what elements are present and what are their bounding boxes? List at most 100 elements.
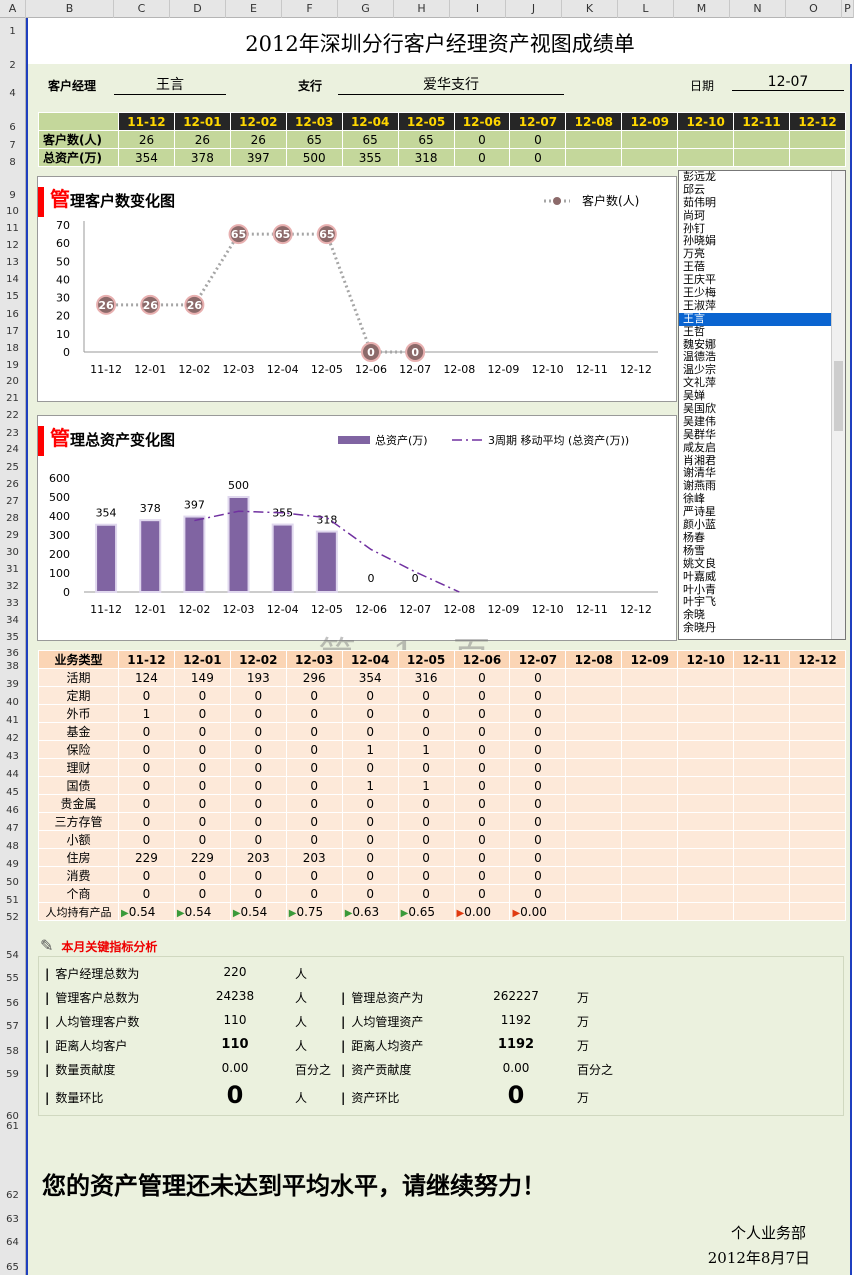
business-cell[interactable] [621, 830, 679, 849]
summary-cell[interactable]: 26 [118, 130, 175, 149]
business-cell[interactable]: 0 [285, 884, 343, 903]
business-cell[interactable]: 0 [173, 884, 231, 903]
business-cell[interactable]: 0 [397, 704, 455, 723]
business-cell[interactable] [789, 848, 846, 867]
manager-list-item[interactable]: 吴国欣 [679, 402, 845, 416]
business-cell[interactable] [789, 740, 846, 759]
summary-cell[interactable]: 26 [229, 130, 287, 149]
business-cell[interactable] [733, 668, 791, 687]
business-cell[interactable]: 0 [509, 704, 567, 723]
summary-cell[interactable] [733, 130, 791, 149]
row-header-35[interactable]: 35 [0, 632, 25, 643]
row-header-36[interactable]: 36 [0, 648, 25, 659]
business-cell[interactable]: 296 [285, 668, 343, 687]
row-header-28[interactable]: 28 [0, 513, 25, 524]
summary-cell[interactable]: 65 [341, 130, 399, 149]
row-header-18[interactable]: 18 [0, 343, 25, 354]
business-cell[interactable]: 0 [229, 776, 287, 795]
row-header-59[interactable]: 59 [0, 1069, 25, 1080]
business-cell[interactable] [677, 722, 735, 741]
summary-cell[interactable] [621, 148, 679, 167]
row-header-51[interactable]: 51 [0, 895, 25, 906]
business-cell[interactable]: 0 [118, 758, 175, 777]
business-cell[interactable]: 0 [173, 776, 231, 795]
row-header-11[interactable]: 11 [0, 223, 25, 234]
row-header-52[interactable]: 52 [0, 912, 25, 923]
summary-cell[interactable] [565, 130, 623, 149]
business-cell[interactable] [733, 722, 791, 741]
column-header-N[interactable]: N [730, 0, 786, 18]
business-cell[interactable]: 1 [118, 704, 175, 723]
business-cell[interactable]: 0 [173, 812, 231, 831]
business-cell[interactable]: 0 [509, 884, 567, 903]
manager-list-item[interactable]: 咸友启 [679, 441, 845, 455]
chart2-bar[interactable] [315, 530, 338, 593]
column-header-F[interactable]: F [282, 0, 338, 18]
business-cell[interactable] [677, 794, 735, 813]
business-cell[interactable]: 0 [453, 884, 511, 903]
business-cell[interactable]: 0 [229, 722, 287, 741]
summary-cell[interactable]: 26 [173, 130, 231, 149]
business-cell[interactable]: 124 [118, 668, 175, 687]
summary-cell[interactable]: 65 [397, 130, 455, 149]
manager-list-item[interactable]: 余晓丹 [679, 621, 845, 635]
row-header-20[interactable]: 20 [0, 376, 25, 387]
manager-value[interactable]: 王言 [114, 74, 226, 95]
business-cell[interactable]: 0 [229, 884, 287, 903]
row-header-1[interactable]: 1 [0, 26, 25, 37]
business-cell[interactable]: 0 [118, 794, 175, 813]
business-cell[interactable]: 0 [229, 794, 287, 813]
business-cell[interactable]: 0 [453, 776, 511, 795]
business-cell[interactable] [733, 812, 791, 831]
business-cell[interactable]: 229 [118, 848, 175, 867]
row-header-63[interactable]: 63 [0, 1214, 25, 1225]
summary-cell[interactable]: 0 [509, 130, 567, 149]
business-cell[interactable]: 0 [509, 668, 567, 687]
per-capita-cell[interactable] [789, 902, 846, 921]
business-cell[interactable] [565, 704, 623, 723]
business-cell[interactable]: 0 [397, 686, 455, 705]
business-cell[interactable]: 0 [285, 758, 343, 777]
business-cell[interactable]: 0 [341, 884, 399, 903]
business-cell[interactable]: 0 [509, 830, 567, 849]
business-cell[interactable]: 0 [341, 830, 399, 849]
business-cell[interactable] [565, 722, 623, 741]
business-cell[interactable]: 0 [173, 758, 231, 777]
business-cell[interactable] [733, 884, 791, 903]
business-cell[interactable] [733, 686, 791, 705]
business-cell[interactable]: 0 [173, 866, 231, 885]
business-cell[interactable]: 0 [285, 776, 343, 795]
business-cell[interactable] [565, 668, 623, 687]
manager-list-item[interactable]: 杨雪 [679, 544, 845, 558]
row-header-32[interactable]: 32 [0, 581, 25, 592]
summary-cell[interactable] [789, 148, 846, 167]
manager-list-item[interactable]: 吴群华 [679, 428, 845, 442]
business-cell[interactable] [677, 884, 735, 903]
business-cell[interactable]: 0 [509, 812, 567, 831]
business-cell[interactable]: 0 [229, 812, 287, 831]
row-header-2[interactable]: 2 [0, 60, 25, 71]
per-capita-cell[interactable] [733, 902, 791, 921]
business-cell[interactable] [789, 704, 846, 723]
per-capita-cell[interactable]: ▶0.00 [453, 902, 511, 921]
row-header-8[interactable]: 8 [0, 157, 25, 168]
row-header-19[interactable]: 19 [0, 360, 25, 371]
business-cell[interactable]: 0 [509, 740, 567, 759]
row-header-40[interactable]: 40 [0, 697, 25, 708]
business-cell[interactable]: 0 [341, 866, 399, 885]
business-cell[interactable]: 0 [173, 740, 231, 759]
manager-list-item[interactable]: 茹伟明 [679, 196, 845, 210]
business-cell[interactable] [733, 830, 791, 849]
business-cell[interactable] [733, 866, 791, 885]
business-cell[interactable]: 0 [341, 704, 399, 723]
business-cell[interactable]: 1 [397, 740, 455, 759]
summary-cell[interactable] [733, 148, 791, 167]
summary-cell[interactable]: 355 [341, 148, 399, 167]
business-cell[interactable]: 0 [397, 812, 455, 831]
chart2-bar[interactable] [139, 519, 162, 593]
business-cell[interactable]: 0 [397, 794, 455, 813]
row-header-33[interactable]: 33 [0, 598, 25, 609]
business-cell[interactable] [621, 686, 679, 705]
business-cell[interactable]: 0 [341, 722, 399, 741]
business-cell[interactable] [789, 884, 846, 903]
